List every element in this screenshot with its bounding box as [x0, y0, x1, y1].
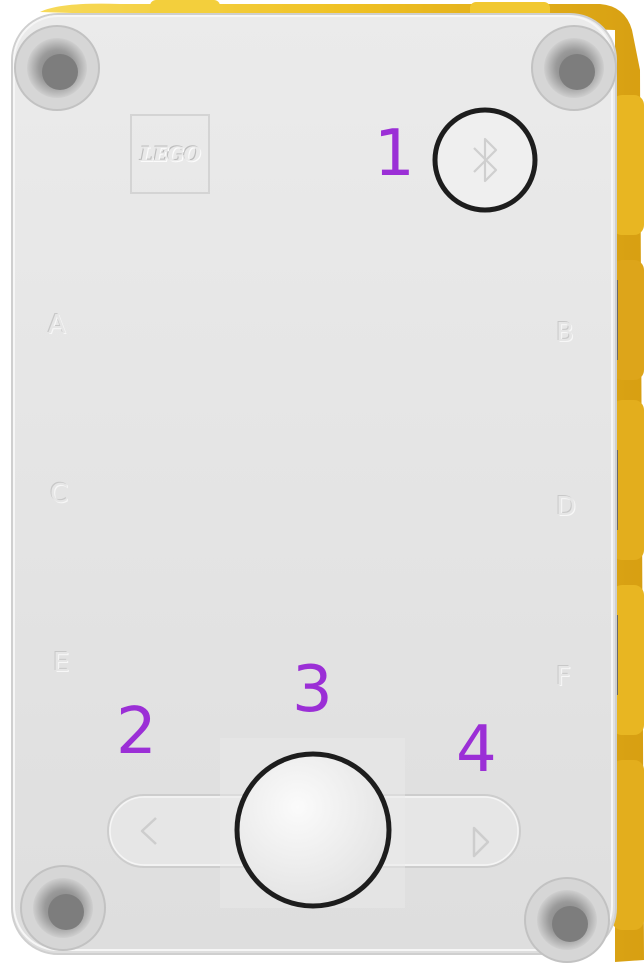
screw-bottom-right: [524, 877, 610, 963]
port-label-c: C: [50, 479, 69, 509]
left-button[interactable]: [110, 797, 230, 865]
right-button[interactable]: [398, 797, 518, 865]
port-label-d: D: [556, 492, 577, 522]
port-label-a: A: [48, 310, 66, 340]
hub-device: [11, 0, 644, 963]
callout-3: 3: [292, 653, 333, 727]
port-label-e: E: [53, 648, 70, 678]
lego-logo-text: LEGO: [140, 142, 201, 166]
screw-top-left: [14, 25, 100, 111]
callout-2: 2: [116, 695, 157, 769]
callout-4: 4: [456, 713, 497, 787]
bluetooth-button[interactable]: [432, 107, 538, 213]
callout-1: 1: [374, 117, 415, 191]
screw-bottom-left: [20, 865, 106, 951]
port-label-b: B: [556, 318, 574, 348]
port-label-f: F: [556, 662, 571, 692]
screw-top-right: [531, 25, 617, 111]
center-button[interactable]: [220, 738, 405, 909]
lego-logo: LEGO: [130, 114, 210, 194]
